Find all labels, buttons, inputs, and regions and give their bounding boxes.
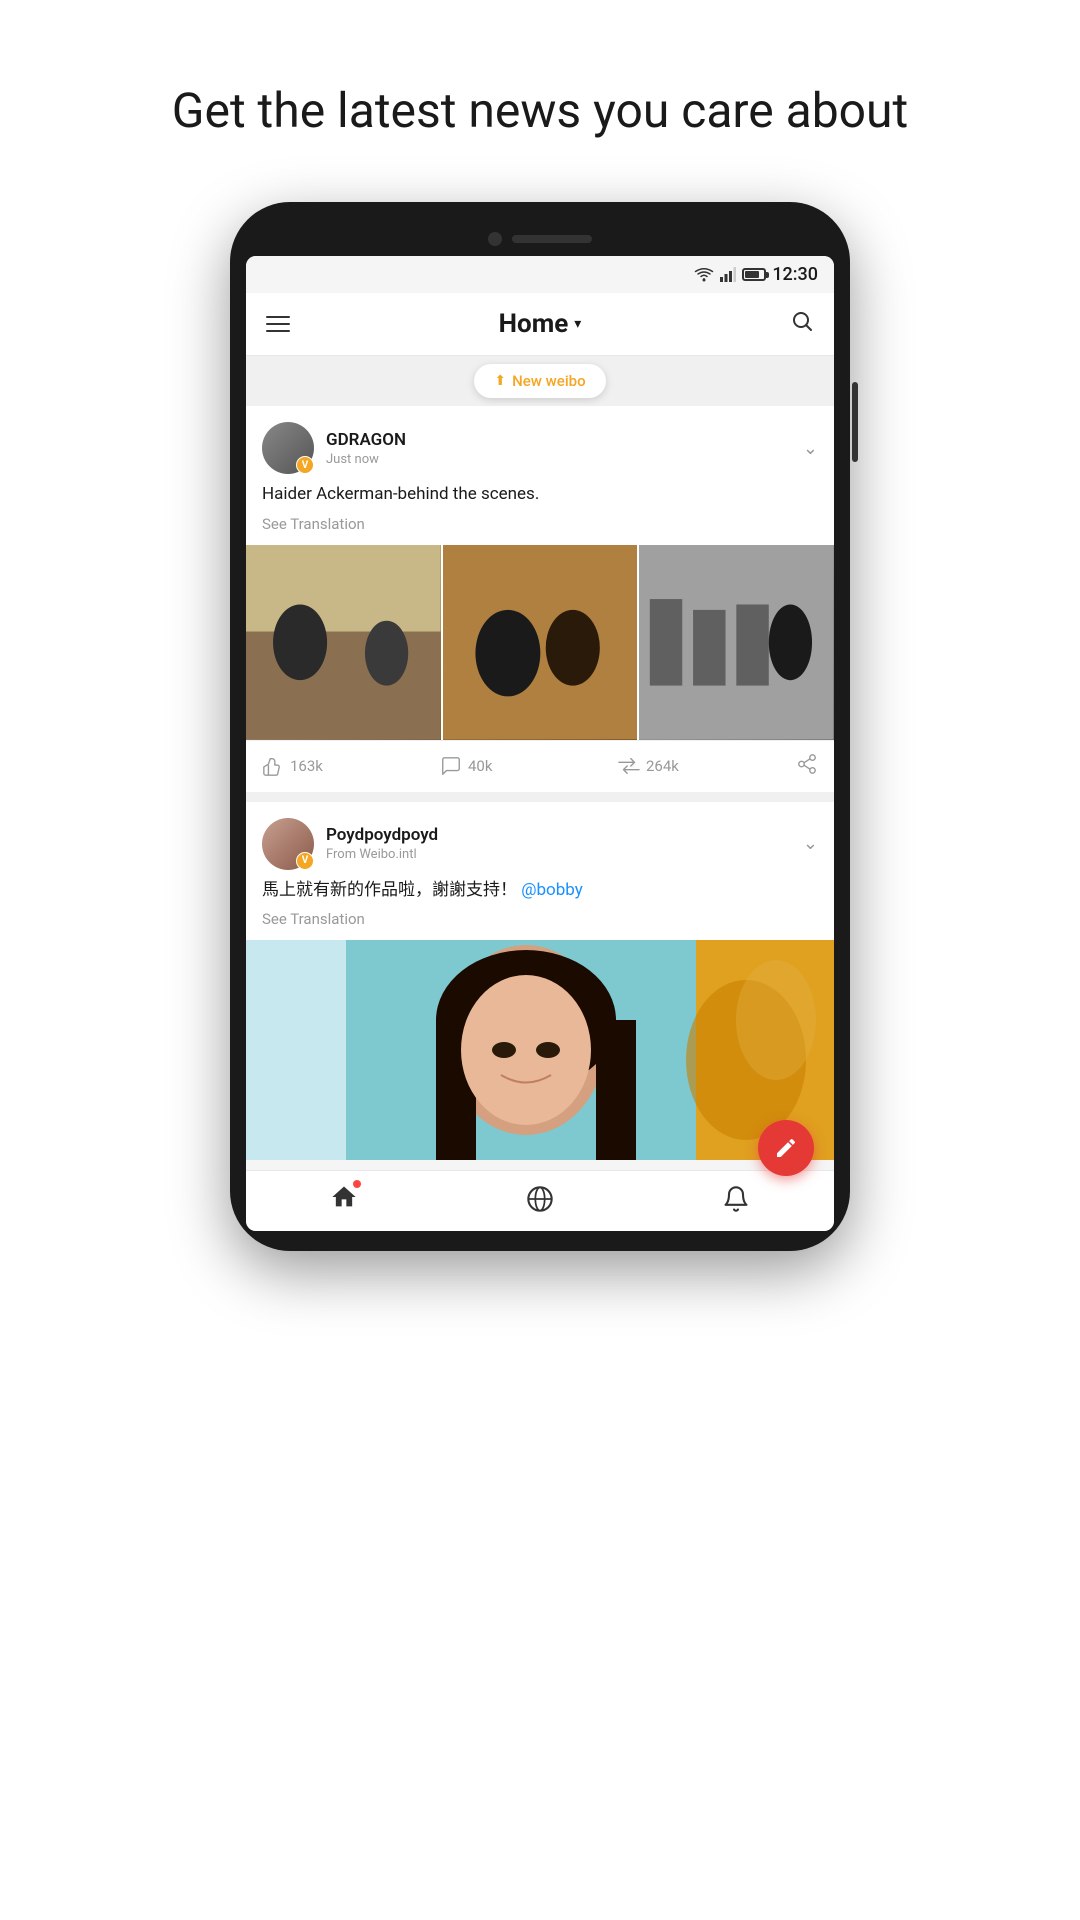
post-text-2: 馬上就有新的作品啦，謝謝支持！ @bobby xyxy=(262,878,818,904)
post-text-1: Haider Ackerman-behind the scenes. xyxy=(262,482,818,508)
post-info-2: From Weibo.intl xyxy=(326,847,791,862)
see-translation-1[interactable]: See Translation xyxy=(262,515,365,533)
phone-notch xyxy=(246,232,834,256)
home-icon-wrapper xyxy=(330,1183,358,1215)
hamburger-line-3 xyxy=(266,330,290,332)
comment-button-1[interactable]: 40k xyxy=(440,755,618,777)
avatar-container-1[interactable]: V xyxy=(262,422,314,474)
post-card-2: V Poydpoydpoyd From Weibo.intl ⌄ 馬上就有新的作… xyxy=(246,802,834,1161)
nav-notifications[interactable] xyxy=(722,1185,750,1213)
verified-v-2: V xyxy=(302,855,309,866)
like-count-1: 163k xyxy=(290,757,323,775)
bell-icon xyxy=(722,1185,750,1213)
toast-arrow-icon: ⬆ xyxy=(494,373,506,389)
action-bar-1: 163k 40k 264k xyxy=(246,740,834,792)
front-camera xyxy=(488,232,502,246)
see-translation-2[interactable]: See Translation xyxy=(262,910,365,928)
post-content-1: Haider Ackerman-behind the scenes. See T… xyxy=(246,482,834,545)
post-header-1: V GDRAGON Just now ⌄ xyxy=(246,406,834,482)
toast-text: New weibo xyxy=(512,372,585,390)
battery-icon xyxy=(742,268,766,281)
photo-cell-1-1[interactable] xyxy=(246,545,441,740)
phone-shell: 12:30 Home ▾ xyxy=(230,202,850,1251)
verified-badge-1: V xyxy=(296,456,314,474)
post-meta-1: GDRAGON Just now xyxy=(326,430,791,467)
signal-icon xyxy=(720,267,736,282)
photo-cell-1-3[interactable] xyxy=(639,545,834,740)
mention-bobby[interactable]: @bobby xyxy=(521,880,583,900)
new-weibo-toast[interactable]: ⬆ New weibo xyxy=(246,356,834,406)
chevron-down-icon: ▾ xyxy=(574,316,581,332)
repost-button-1[interactable]: 264k xyxy=(618,755,796,777)
nav-home[interactable] xyxy=(330,1183,358,1215)
hamburger-line-1 xyxy=(266,316,290,318)
phone-speaker xyxy=(512,235,592,243)
verified-badge-2: V xyxy=(296,852,314,870)
status-bar: 12:30 xyxy=(246,256,834,293)
post-card-1: V GDRAGON Just now ⌄ Haider Ackerman-beh… xyxy=(246,406,834,791)
bottom-nav xyxy=(246,1170,834,1231)
discover-icon xyxy=(526,1185,554,1213)
post-meta-2: Poydpoydpoyd From Weibo.intl xyxy=(326,825,791,862)
post-header-2: V Poydpoydpoyd From Weibo.intl ⌄ xyxy=(246,802,834,878)
avatar-container-2[interactable]: V xyxy=(262,818,314,870)
share-button-1[interactable] xyxy=(796,753,818,780)
hamburger-line-2 xyxy=(266,323,290,325)
post-options-1[interactable]: ⌄ xyxy=(803,438,818,459)
search-button[interactable] xyxy=(790,309,814,339)
compose-fab[interactable] xyxy=(758,1120,814,1176)
post-content-2: 馬上就有新的作品啦，謝謝支持！ @bobby See Translation xyxy=(246,878,834,941)
feed-container: ⬆ New weibo V GDRAGON xyxy=(246,356,834,1160)
nav-discover[interactable] xyxy=(526,1185,554,1213)
like-button-1[interactable]: 163k xyxy=(262,755,440,777)
side-button xyxy=(852,382,858,462)
wifi-icon xyxy=(694,267,714,282)
header-title: Home xyxy=(499,309,569,339)
post-options-2[interactable]: ⌄ xyxy=(803,833,818,854)
repost-count-1: 264k xyxy=(646,757,679,775)
status-icons: 12:30 xyxy=(694,264,818,285)
post-username-2[interactable]: Poydpoydpoyd xyxy=(326,825,791,845)
pencil-icon xyxy=(774,1136,798,1160)
phone-screen: 12:30 Home ▾ xyxy=(246,256,834,1231)
home-notification-dot xyxy=(353,1180,361,1188)
page-headline: Get the latest news you care about xyxy=(112,0,968,202)
comment-count-1: 40k xyxy=(468,757,492,775)
app-header: Home ▾ xyxy=(246,293,834,356)
post-info-1: Just now xyxy=(326,452,791,467)
post-username-1[interactable]: GDRAGON xyxy=(326,430,791,450)
hamburger-menu-button[interactable] xyxy=(266,316,290,332)
post-image-2[interactable] xyxy=(246,940,834,1160)
photo-grid-1[interactable] xyxy=(246,545,834,740)
verified-v-1: V xyxy=(302,460,309,471)
toast-pill[interactable]: ⬆ New weibo xyxy=(474,364,605,398)
status-time: 12:30 xyxy=(772,264,818,285)
header-title-area[interactable]: Home ▾ xyxy=(499,309,582,339)
photo-cell-1-2[interactable] xyxy=(443,545,638,740)
